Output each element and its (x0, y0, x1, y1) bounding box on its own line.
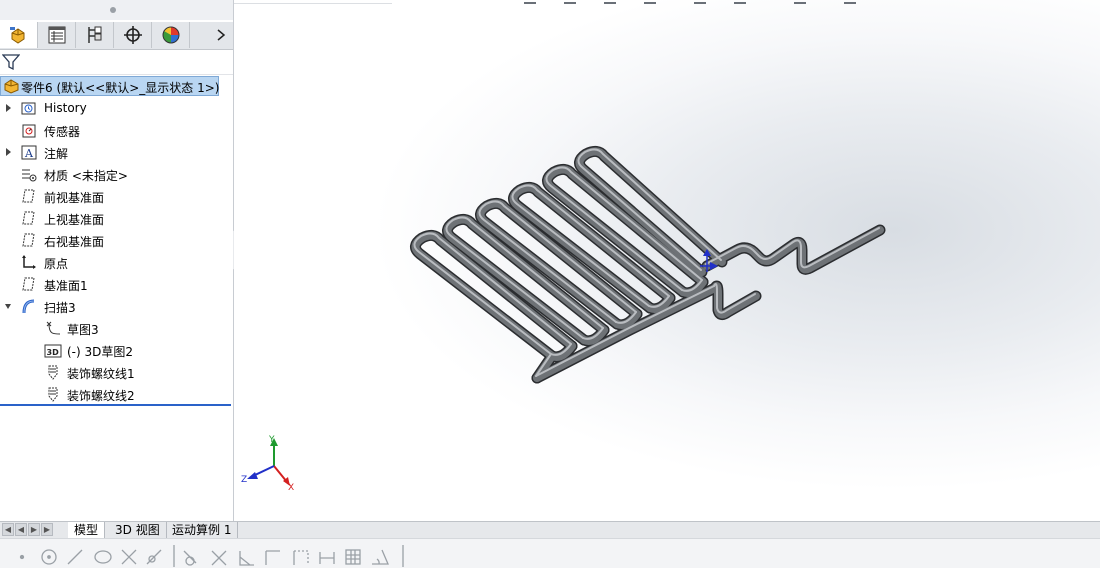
tree-item[interactable]: History (0, 98, 230, 118)
tab-scroll-right-button[interactable] (209, 22, 233, 48)
plane-icon (22, 233, 35, 247)
point-icon[interactable] (19, 554, 25, 560)
tree-item[interactable]: 上视基准面 (0, 208, 230, 228)
manager-tabs (0, 22, 233, 50)
trim-icon[interactable] (121, 549, 137, 565)
cosmetic-thread-icon (48, 387, 58, 402)
reference-triad: Y X Z (241, 435, 294, 493)
tab-property-manager[interactable] (38, 22, 76, 48)
plane-icon (22, 211, 35, 225)
graphics-area[interactable]: Y X Z (234, 0, 1100, 521)
tree-item[interactable]: 前视基准面 (0, 186, 230, 206)
sweep-icon (22, 299, 35, 314)
svg-text:3D: 3D (47, 348, 60, 357)
tree-item-label: 原点 (44, 257, 69, 271)
tangent-line-icon[interactable] (146, 549, 162, 565)
tree-item[interactable]: 装饰螺纹线1 (0, 362, 230, 382)
expand-icon[interactable] (4, 147, 12, 157)
tree-item[interactable]: 装饰螺纹线2 (0, 384, 230, 404)
tree-item-label: 上视基准面 (44, 213, 105, 227)
tree-item[interactable]: 材质 <未指定> (0, 164, 230, 184)
tab-feature-manager[interactable] (0, 22, 38, 48)
circle-icon[interactable] (41, 549, 57, 565)
tab-3d-view[interactable]: 3D 视图 (109, 522, 167, 538)
dimxpert-icon (123, 26, 142, 44)
configuration-manager-icon (87, 26, 101, 43)
plane-icon (22, 189, 35, 203)
svg-text:A: A (24, 147, 34, 160)
display-manager-icon (162, 26, 179, 44)
tab-first-button[interactable]: ◀ (2, 523, 14, 536)
tree-filter-bar[interactable] (0, 50, 233, 75)
fillet-icon[interactable] (183, 550, 197, 566)
sensors-icon (22, 124, 36, 138)
tree-item[interactable]: 原点 (0, 252, 230, 272)
tab-display-manager[interactable] (152, 22, 190, 48)
plane-icon (22, 277, 35, 291)
tree-root-label: 零件6 (默认<<默认>_显示状态 1>) (21, 81, 220, 95)
feature-manager-icon (9, 27, 24, 44)
tree-item[interactable]: A 注解 (0, 142, 230, 162)
line-icon[interactable] (67, 549, 83, 565)
rollback-bar[interactable] (0, 404, 231, 406)
grid-icon[interactable] (345, 549, 361, 565)
tree-item[interactable]: 草图3 (0, 318, 230, 338)
tree-item-label: 草图3 (67, 323, 99, 337)
dimension-icon[interactable] (319, 552, 335, 564)
tab-dimxpert-manager[interactable] (114, 22, 152, 48)
triad-x-label: X (288, 483, 294, 493)
expand-icon[interactable] (4, 103, 12, 113)
tab-last-button[interactable]: ▶ (41, 523, 53, 536)
tab-prev-button[interactable]: ◀ (15, 523, 27, 536)
tree-item[interactable]: 传感器 (0, 120, 230, 140)
tree-item-label: (-) 3D草图2 (67, 345, 134, 359)
tree-item-label: 扫描3 (44, 301, 76, 315)
property-manager-icon (48, 26, 65, 44)
serpentine-pipe-model[interactable] (410, 145, 886, 384)
measure-angle-icon[interactable] (372, 549, 389, 565)
tree-item[interactable]: 扫描3 (0, 296, 230, 316)
tree-item-label: 注解 (44, 147, 69, 161)
filter-icon[interactable] (2, 53, 20, 71)
tree-item-label: 装饰螺纹线2 (67, 389, 135, 403)
construction-rect-icon[interactable] (293, 550, 309, 565)
tab-model[interactable]: 模型 (68, 522, 106, 538)
chevron-right-icon (217, 29, 226, 41)
corner-icon[interactable] (265, 550, 280, 565)
tree-item-label: 基准面1 (44, 279, 88, 293)
tree-item-label: 传感器 (44, 125, 81, 139)
feature-manager-panel: 零件6 (默认<<默认>_显示状态 1>) History 传感器 A 注解材质 <未… (0, 0, 234, 521)
origin-icon (22, 255, 36, 269)
chamfer-icon[interactable] (211, 550, 227, 566)
tree-item-label: 右视基准面 (44, 235, 105, 249)
material-icon (22, 169, 37, 182)
tree-item-label: History (44, 101, 87, 115)
triad-y-label: Y (268, 435, 275, 445)
tab-next-button[interactable]: ▶ (28, 523, 40, 536)
sketch-icon (46, 321, 61, 335)
3d-sketch-icon: 3D (44, 344, 62, 358)
tab-configuration-manager[interactable] (76, 22, 114, 48)
tab-motion-study[interactable]: 运动算例 1 (166, 522, 239, 538)
sketch-toolbar-icons (19, 545, 404, 567)
tree-item[interactable]: 3D (-) 3D草图2 (0, 340, 230, 360)
history-folder-icon (21, 102, 36, 115)
panel-grip[interactable] (0, 0, 233, 20)
part-icon (4, 79, 19, 94)
angle-icon[interactable] (239, 551, 254, 566)
model-view: Y X Z (241, 145, 886, 493)
collapse-icon[interactable] (4, 301, 12, 311)
sketch-toolbar (0, 538, 1100, 568)
tree-root-part[interactable]: 零件6 (默认<<默认>_显示状态 1>) (0, 76, 219, 96)
tree-item[interactable]: 基准面1 (0, 274, 230, 294)
triad-z-label: Z (241, 475, 247, 485)
bottom-tab-bar: ◀ ◀ ▶ ▶ 模型 3D 视图 运动算例 1 (0, 521, 1100, 538)
tree-item-label: 装饰螺纹线1 (67, 367, 135, 381)
cosmetic-thread-icon (48, 365, 58, 380)
ellipse-icon[interactable] (94, 550, 112, 564)
annotations-icon: A (21, 145, 37, 160)
tree-item-label: 材质 <未指定> (44, 169, 128, 183)
tree-item[interactable]: 右视基准面 (0, 230, 230, 250)
tree-item-label: 前视基准面 (44, 191, 105, 205)
